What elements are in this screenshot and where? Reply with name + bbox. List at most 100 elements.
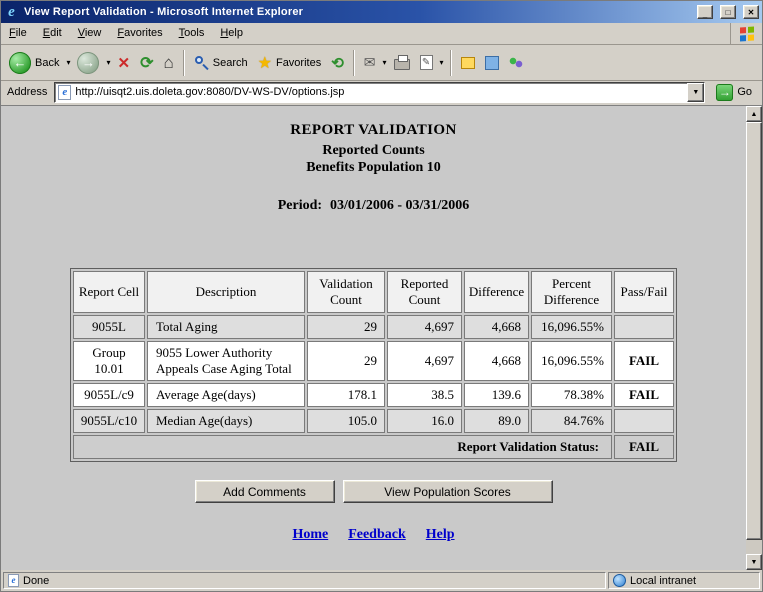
discuss-icon: [461, 57, 475, 69]
print-icon: [394, 59, 410, 70]
menu-edit[interactable]: Edit: [35, 23, 70, 44]
col-reported-count: Reported Count: [387, 271, 462, 313]
chevron-down-icon: ▼: [692, 89, 699, 96]
page-subtitle-population: Benefits Population 10: [1, 160, 746, 176]
menu-tools[interactable]: Tools: [171, 23, 213, 44]
favorites-label: Favorites: [276, 57, 321, 69]
scrollbar-thumb[interactable]: [746, 122, 762, 540]
back-button[interactable]: ← Back: [5, 49, 63, 77]
cell-percent-difference: 16,096.55%: [531, 341, 612, 381]
minimize-button[interactable]: _: [697, 5, 713, 19]
zone-text: Local intranet: [630, 575, 696, 587]
col-difference: Difference: [464, 271, 529, 313]
close-button[interactable]: ✕: [743, 5, 759, 19]
go-button[interactable]: → Go: [710, 82, 758, 103]
forward-icon: →: [77, 52, 99, 74]
page-subtitle-counts: Reported Counts: [1, 143, 746, 159]
forward-dropdown[interactable]: ▾: [105, 58, 111, 67]
cell-percent-difference: 16,096.55%: [531, 315, 612, 339]
edit-icon: ✎: [420, 55, 433, 70]
status-text: Done: [23, 575, 49, 587]
go-label: Go: [737, 86, 752, 98]
report-validation-status-label: Report Validation Status:: [73, 435, 612, 459]
history-icon: ⟲: [331, 54, 344, 72]
footer-links: Home Feedback Help: [1, 527, 746, 543]
address-bar: Address e http://uisqt2.uis.doleta.gov:8…: [1, 81, 762, 106]
mail-icon: ✉: [364, 54, 376, 71]
cell-report-cell: 9055L/c10: [73, 409, 145, 433]
address-dropdown-button[interactable]: ▼: [687, 83, 704, 102]
cell-percent-difference: 84.76%: [531, 409, 612, 433]
back-icon: ←: [9, 52, 31, 74]
search-button[interactable]: Search: [190, 52, 252, 73]
home-link[interactable]: Home: [292, 527, 328, 543]
address-input[interactable]: e http://uisqt2.uis.doleta.gov:8080/DV-W…: [54, 82, 705, 103]
page-icon: e: [58, 85, 71, 100]
help-link[interactable]: Help: [426, 527, 455, 543]
cell-pass-fail: [614, 409, 674, 433]
research-button[interactable]: [481, 53, 503, 73]
view-population-scores-button[interactable]: View Population Scores: [343, 480, 553, 503]
address-url[interactable]: http://uisqt2.uis.doleta.gov:8080/DV-WS-…: [75, 86, 683, 98]
edit-button[interactable]: ✎: [416, 52, 437, 73]
address-label: Address: [5, 86, 49, 98]
home-button[interactable]: ⌂: [159, 50, 177, 76]
cell-report-cell: 9055L: [73, 315, 145, 339]
minimize-icon: _: [698, 9, 712, 20]
browser-window: e View Report Validation - Microsoft Int…: [0, 0, 763, 592]
cell-report-cell: Group 10.01: [73, 341, 145, 381]
cell-description: Average Age(days): [147, 383, 305, 407]
mail-dropdown[interactable]: ▾: [382, 58, 388, 67]
messenger-button[interactable]: [505, 53, 528, 73]
toolbar-separator: [353, 50, 355, 76]
history-button[interactable]: ⟲: [327, 51, 348, 75]
cell-description: Median Age(days): [147, 409, 305, 433]
cell-pass-fail: FAIL: [614, 383, 674, 407]
cell-reported-count: 4,697: [387, 341, 462, 381]
cell-validation-count: 29: [307, 341, 385, 381]
feedback-link[interactable]: Feedback: [348, 527, 406, 543]
refresh-button[interactable]: ⟳: [136, 50, 157, 76]
col-report-cell: Report Cell: [73, 271, 145, 313]
favorites-button[interactable]: ★ Favorites: [254, 50, 326, 76]
col-percent-difference: Percent Difference: [531, 271, 612, 313]
toolbar-separator: [183, 50, 185, 76]
windows-logo-icon: [730, 23, 762, 44]
cell-difference: 139.6: [464, 383, 529, 407]
cell-difference: 4,668: [464, 315, 529, 339]
intranet-zone-icon: [613, 574, 626, 587]
menu-help[interactable]: Help: [212, 23, 251, 44]
edit-dropdown[interactable]: ▾: [439, 58, 445, 67]
report-validation-page: REPORT VALIDATION Reported Counts Benefi…: [1, 106, 746, 570]
cell-reported-count: 4,697: [387, 315, 462, 339]
cell-validation-count: 29: [307, 315, 385, 339]
page-title: REPORT VALIDATION: [1, 122, 746, 139]
vertical-scrollbar[interactable]: ▲ ▼: [746, 106, 762, 570]
add-comments-button[interactable]: Add Comments: [195, 480, 335, 503]
back-dropdown[interactable]: ▾: [65, 58, 71, 67]
ie-logo-icon: e: [4, 5, 19, 20]
period-label: Period:: [278, 198, 322, 213]
toolbar: ← Back ▾ → ▾ ✕ ⟳ ⌂ Search ★ Favorites ⟲: [1, 45, 762, 81]
status-row: Report Validation Status: FAIL: [73, 435, 674, 459]
menu-view[interactable]: View: [70, 23, 110, 44]
cell-validation-count: 105.0: [307, 409, 385, 433]
cell-percent-difference: 78.38%: [531, 383, 612, 407]
stop-icon: ✕: [118, 54, 131, 72]
menu-favorites[interactable]: Favorites: [109, 23, 170, 44]
col-description: Description: [147, 271, 305, 313]
table-header-row: Report Cell Description Validation Count…: [73, 271, 674, 313]
mail-button[interactable]: ✉: [360, 51, 380, 74]
discuss-button[interactable]: [457, 54, 479, 72]
col-validation-count: Validation Count: [307, 271, 385, 313]
forward-button[interactable]: →: [73, 49, 103, 77]
scroll-up-button[interactable]: ▲: [746, 106, 762, 122]
print-button[interactable]: [390, 52, 414, 73]
scroll-down-button[interactable]: ▼: [746, 554, 762, 570]
home-icon: ⌂: [163, 53, 173, 73]
maximize-button[interactable]: □: [720, 5, 736, 19]
title-bar[interactable]: e View Report Validation - Microsoft Int…: [1, 1, 762, 23]
stop-button[interactable]: ✕: [114, 51, 135, 75]
menu-file[interactable]: File: [1, 23, 35, 44]
table-row: 9055L Total Aging 29 4,697 4,668 16,096.…: [73, 315, 674, 339]
